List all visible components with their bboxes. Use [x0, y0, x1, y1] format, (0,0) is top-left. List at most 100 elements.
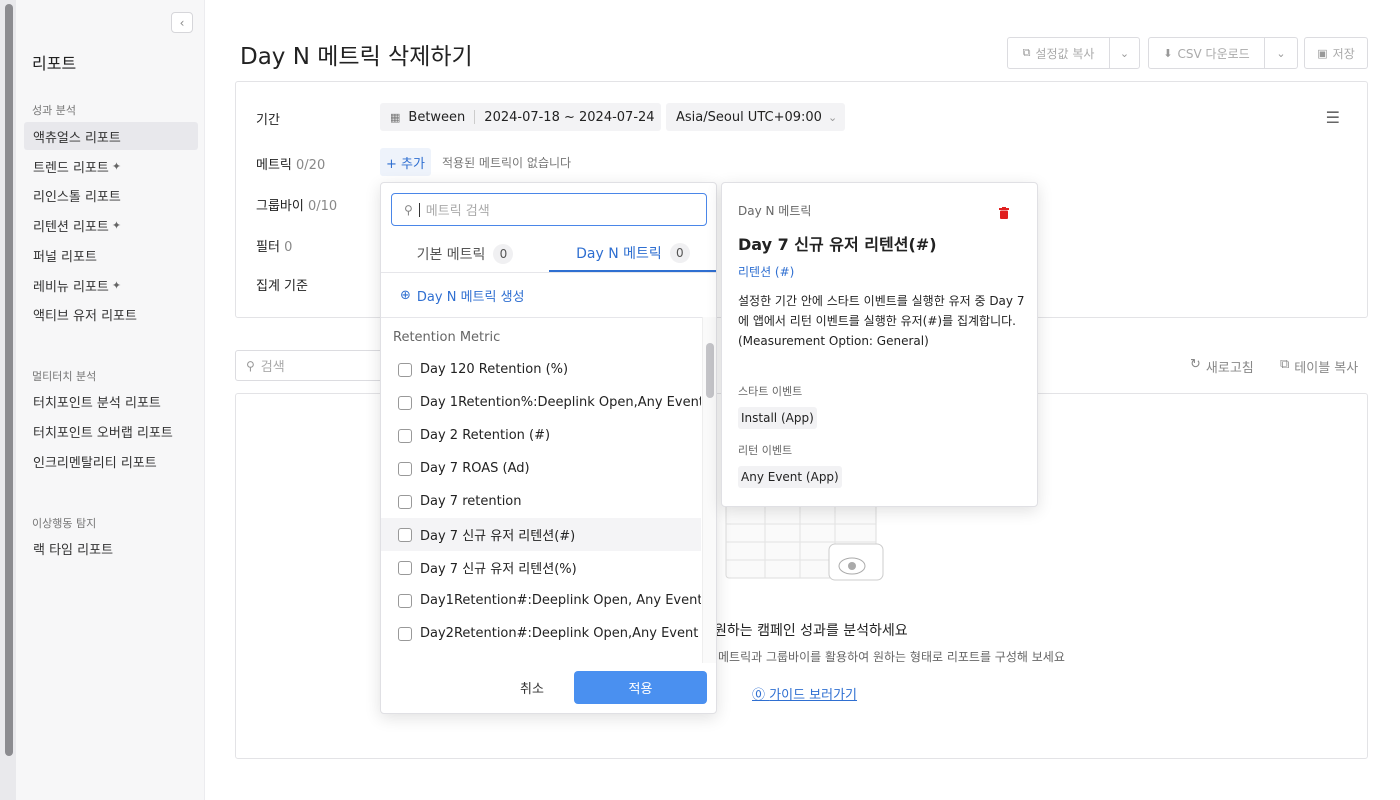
checkbox[interactable] [398, 494, 412, 509]
list-item[interactable]: Day 7 ROAS (Ad) [381, 452, 701, 485]
item-label: Day 7 retention [420, 494, 522, 509]
sidebar-item-reinstall[interactable]: 리인스톨 리포트 [24, 181, 198, 209]
start-event-chip: Install (App) [738, 407, 817, 429]
sidebar-section-anomaly: 이상행동 탐지 [32, 517, 97, 530]
item-label: Day 7 신규 유저 리텐션(%) [420, 562, 577, 577]
search-icon: ⚲ [246, 358, 255, 373]
sidebar-item-label: 인크리멘탈리티 리포트 [33, 455, 157, 471]
empty-state-title: 원하는 캠페인 성과를 분석하세요 [714, 623, 908, 639]
sidebar-item-actuals[interactable]: 액츄얼스 리포트 [24, 122, 198, 150]
window-edge [0, 0, 16, 800]
item-label: Day 2 Retention (#) [420, 428, 551, 443]
tab-basic-metric[interactable]: 기본 메트릭 0 [381, 235, 549, 272]
list-item[interactable]: Day 2 Retention (#) [381, 419, 701, 452]
divider [381, 272, 716, 273]
sidebar-item-revenue[interactable]: 레비뉴 리포트 ✦ [24, 271, 198, 299]
chevron-left-icon: ‹ [179, 15, 185, 30]
filter-count: 0 [284, 240, 293, 255]
copy-settings-dropdown-button[interactable]: ⌄ [1109, 37, 1140, 69]
start-event-label: 스타트 이벤트 [738, 385, 803, 398]
divider [381, 317, 716, 318]
sidebar-item-label: 랙 타임 리포트 [33, 542, 114, 558]
timezone-select[interactable]: Asia/Seoul UTC+09:00 ⌄ [666, 103, 845, 131]
list-item[interactable]: Day 1Retention%:Deeplink Open,Any Event [381, 386, 701, 419]
label-text: 그룹바이 [256, 199, 304, 214]
metric-picker-dropdown: ⚲ 메트릭 검색 기본 메트릭 0 Day N 메트릭 0 ⊕ Day N 메트릭 생… [380, 182, 717, 714]
table-search-input[interactable]: ⚲ 검색 [235, 350, 385, 381]
sidebar-item-trend[interactable]: 트렌드 리포트 ✦ [24, 152, 198, 180]
sidebar-item-funnel[interactable]: 퍼널 리포트 [24, 241, 198, 269]
guide-link[interactable]: ⓪ 가이드 보러가기 [752, 684, 857, 703]
list-item[interactable]: Day 7 retention [381, 485, 701, 518]
filter-label: 필터 0 [256, 236, 292, 255]
tab-label: 기본 메트릭 [416, 246, 486, 263]
measurement-option: (Measurement Option: General) [738, 334, 929, 348]
checkbox[interactable] [398, 560, 412, 575]
return-event-chip: Any Event (App) [738, 466, 842, 488]
period-picker[interactable]: ▦ Between 2024-07-18 ~ 2024-07-24 [380, 103, 661, 131]
metric-search-input[interactable]: ⚲ 메트릭 검색 [391, 193, 707, 226]
tab-count: 0 [493, 243, 514, 264]
checkbox[interactable] [398, 527, 412, 542]
sidebar-item-label: 트렌드 리포트 [33, 160, 109, 176]
save-button[interactable]: ▣ 저장 [1304, 37, 1368, 69]
list-item[interactable]: Day 7 신규 유저 리텐션(%) [381, 551, 701, 584]
scrollbar[interactable] [5, 4, 13, 756]
list-item[interactable]: Day1Retention#:Deeplink Open, Any Event [381, 584, 701, 617]
apply-button[interactable]: 적용 [574, 671, 707, 704]
sidebar-item-label: 액티브 유저 리포트 [33, 308, 137, 324]
sidebar-item-lag-time[interactable]: 랙 타임 리포트 [24, 534, 198, 562]
sidebar-item-retention[interactable]: 리텐션 리포트 ✦ [24, 211, 198, 239]
trash-icon[interactable] [999, 207, 1009, 219]
list-item-highlighted[interactable]: Day 7 신규 유저 리텐션(#) [381, 518, 701, 551]
refresh-button[interactable]: ↻ 새로고침 [1190, 357, 1254, 376]
period-mode: Between [408, 109, 466, 125]
chevron-down-icon: ⌄ [827, 110, 838, 124]
sidebar-item-label: 터치포인트 오버랩 리포트 [33, 425, 173, 441]
button-label: 새로고침 [1205, 361, 1254, 376]
checkbox[interactable] [398, 395, 412, 410]
sparkle-icon: ✦ [111, 218, 122, 232]
text-cursor [418, 202, 420, 217]
sidebar-item-incrementality[interactable]: 인크리멘탈리티 리포트 [24, 447, 198, 475]
table-copy-button[interactable]: ⧉ 테이블 복사 [1280, 357, 1358, 376]
tab-label: Day N 메트릭 [576, 245, 662, 262]
detail-header: Day N 메트릭 [738, 204, 812, 218]
detail-type: 리텐션 (#) [738, 265, 795, 279]
tab-count: 0 [669, 242, 690, 263]
settings-sliders-icon[interactable]: ☰ [1326, 108, 1340, 127]
help-icon: ⓪ [752, 688, 766, 703]
tab-day-n-metric[interactable]: Day N 메트릭 0 [549, 235, 716, 272]
create-day-n-metric-button[interactable]: ⊕ Day N 메트릭 생성 [400, 286, 525, 305]
sidebar-section-multitouch: 멀티터치 분석 [32, 370, 97, 383]
list-item[interactable]: Day2Retention#:Deeplink Open,Any Event [381, 617, 701, 650]
cancel-button[interactable]: 취소 [508, 671, 556, 704]
groupby-count: 0/10 [307, 199, 338, 214]
csv-download-button[interactable]: ⬇ CSV 다운로드 [1148, 37, 1265, 69]
csv-dropdown-button[interactable]: ⌄ [1264, 37, 1298, 69]
list-scrollbar-thumb[interactable] [706, 343, 714, 398]
sidebar-item-label: 퍼널 리포트 [33, 249, 97, 265]
item-label: Day 120 Retention (%) [420, 362, 569, 377]
collapse-sidebar-button[interactable]: ‹ [171, 12, 193, 33]
period-range: 2024-07-18 ~ 2024-07-24 [484, 109, 655, 125]
checkbox[interactable] [398, 461, 412, 476]
item-label: Day2Retention#:Deeplink Open,Any Event [420, 626, 699, 641]
aggregate-label: 집계 기준 [256, 279, 308, 294]
sidebar-item-touchpoint-analysis[interactable]: 터치포인트 분석 리포트 [24, 387, 198, 415]
checkbox[interactable] [398, 362, 412, 377]
sidebar-item-touchpoint-overlap[interactable]: 터치포인트 오버랩 리포트 [24, 417, 198, 445]
checkbox[interactable] [398, 428, 412, 443]
copy-settings-button[interactable]: ⧉ 설정값 복사 [1007, 37, 1110, 69]
detail-title: Day 7 신규 유저 리텐션(#) [738, 235, 937, 254]
button-label: 저장 [1332, 46, 1355, 61]
item-label: Day 7 ROAS (Ad) [420, 461, 530, 476]
description-text: 설정한 기간 안에 스타트 이벤트를 실행한 유저 중 Day 7에 앱에서 리… [738, 294, 1025, 328]
sidebar-item-label: 레비뉴 리포트 [33, 279, 109, 295]
add-metric-button[interactable]: + 추가 [380, 148, 431, 176]
list-item[interactable]: Day 120 Retention (%) [381, 353, 701, 386]
refresh-icon: ↻ [1190, 357, 1201, 372]
sidebar-item-active-user[interactable]: 액티브 유저 리포트 [24, 300, 198, 328]
checkbox[interactable] [398, 626, 412, 641]
checkbox[interactable] [398, 593, 412, 608]
